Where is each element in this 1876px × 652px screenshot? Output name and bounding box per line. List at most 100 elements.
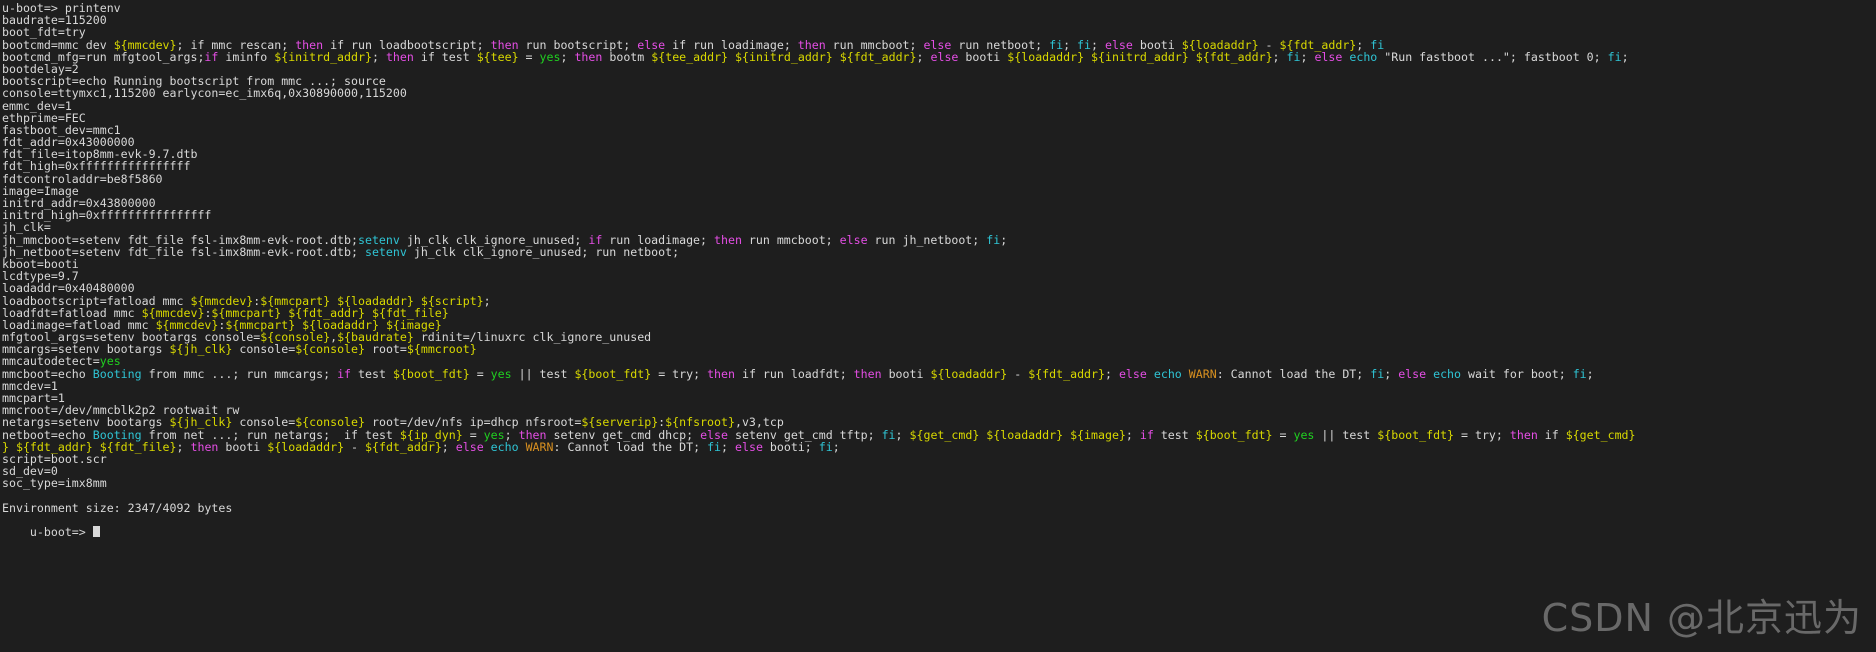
terminal-text-segment: iminfo [218,49,275,64]
terminal-text-segment: ${boot_fdt} [1377,427,1455,442]
terminal-text-segment: echo [1433,366,1462,381]
terminal-text-segment: ${fdt_addr} [1195,49,1273,64]
terminal-text-segment: WARN [1188,366,1217,381]
terminal-text-segment: ; [1384,366,1399,381]
terminal-text-segment: fi [818,439,833,454]
terminal-text-segment: ${get_cmd} [1565,427,1636,442]
terminal-text-segment: fi [1572,366,1587,381]
terminal-text-segment: echo [490,439,519,454]
terminal-text-segment: booti [218,439,268,454]
terminal-line: mmcdev=1 [2,380,1876,392]
terminal-text-segment: ${fdt_addr} [839,49,917,64]
terminal-line: mmcboot=echo Booting from mmc ...; run m… [2,368,1876,380]
terminal-text-segment: ${mmcroot} [406,342,477,357]
terminal-prompt-line[interactable]: u-boot=> [2,514,1876,538]
terminal-text-segment: root= [365,342,407,357]
terminal-text-segment: ; [1621,49,1629,64]
terminal-text-segment: else [1398,366,1427,381]
terminal-line: script=boot.scr [2,453,1876,465]
terminal-text-segment: setenv [364,244,407,259]
terminal-text-segment: else [930,49,959,64]
terminal-text-segment: booti [881,366,931,381]
terminal-text-segment: ${fdt_addr} [365,439,442,454]
terminal-output: u-boot=> printenv baudrate=115200 boot_fdt… [2,2,1876,514]
terminal-text-segment: Booting [92,366,142,381]
terminal-text-segment: ${jh_clk} [169,342,233,357]
terminal-text-segment: ${get_cmd} [909,427,980,442]
terminal-text-segment: = try; [1454,427,1510,442]
terminal-text-segment: booti [958,49,1008,64]
terminal-text-segment: ${initrd_addr} [1091,49,1189,64]
terminal-line: lcdtype=9.7 [2,270,1876,282]
terminal-text-segment: test [1153,427,1196,442]
terminal-line: fdt_addr=0x43000000 [2,136,1876,148]
terminal-text-segment: ${loadaddr} [986,427,1064,442]
terminal-text-segment: soc_type=imx8mm [2,476,107,491]
terminal-text-segment: = [469,366,491,381]
terminal-text-segment: ; [1300,49,1315,64]
terminal-text-segment: ${tee_addr} [651,49,729,64]
terminal-text-segment: then [707,366,735,381]
terminal-text-segment: Environment size: 2347/4092 bytes [2,500,233,515]
terminal-text-segment: then [190,439,219,454]
terminal-text-segment: console= [232,342,296,357]
text-cursor [92,526,100,538]
terminal-line: initrd_addr=0x43800000 [2,197,1876,209]
terminal-text-segment: = [1272,427,1294,442]
terminal-line: kboot=booti [2,258,1876,270]
terminal-text-segment: ; [1125,427,1140,442]
terminal-line: fdt_file=itop8mm-evk-9.7.dtb [2,148,1876,160]
terminal-line: baudrate=115200 [2,14,1876,26]
terminal-text-segment: else [839,232,868,247]
terminal-text-segment: yes [1293,427,1315,442]
terminal-window[interactable]: u-boot=> printenv baudrate=115200 boot_fdt… [0,0,1876,652]
terminal-line: fdt_high=0xffffffffffffffff [2,160,1876,172]
terminal-text-segment: ${fdt_addr} [1028,366,1105,381]
terminal-line: image=Image [2,185,1876,197]
terminal-text-segment: ${image} [1070,427,1126,442]
terminal-text-segment: fi [1370,366,1385,381]
terminal-text-segment: ; [916,49,931,64]
terminal-text-segment: if [204,49,219,64]
terminal-line: bootcmd_mfg=run mfgtool_args;if iminfo $… [2,51,1876,63]
csdn-watermark: CSDN @北京迅为 [1541,596,1862,640]
terminal-text-segment: fi [986,232,1001,247]
terminal-text-segment: ; [371,49,386,64]
terminal-text-segment: echo [1349,49,1378,64]
terminal-text-segment: "Run fastboot ..."; fastboot 0; [1377,49,1608,64]
terminal-text-segment: ${initrd_addr} [274,49,372,64]
terminal-text-segment: fi [881,427,896,442]
terminal-line: fastboot_dev=mmc1 [2,124,1876,136]
terminal-text-segment: run mmcboot; [741,232,840,247]
terminal-text-segment: if run loadfdt; [735,366,854,381]
terminal-text-segment: else [455,439,484,454]
terminal-line: mmcargs=setenv bootargs ${jh_clk} consol… [2,343,1876,355]
terminal-text-segment: ; [832,439,840,454]
terminal-text-segment: yes [539,49,561,64]
terminal-text-segment: || test [1314,427,1378,442]
terminal-text-segment: ${loadaddr} [267,439,345,454]
terminal-text-segment: wait for boot; [1461,366,1573,381]
terminal-text-segment: if test [413,49,477,64]
terminal-text-segment: ${initrd_addr} [735,49,833,64]
terminal-text-segment: echo [1153,366,1182,381]
terminal-text-segment: || test [511,366,575,381]
terminal-text-segment: = try; [651,366,708,381]
terminal-text-segment: WARN [525,439,554,454]
terminal-text-segment: else [1118,366,1147,381]
terminal-text-segment: from mmc ...; run mmcargs; [141,366,338,381]
terminal-text-segment: then [714,232,742,247]
terminal-text-segment: booti; [762,439,819,454]
terminal-text-segment: ; [1000,232,1008,247]
terminal-text-segment: ; [441,439,456,454]
terminal-text-segment: ${console} [295,342,365,357]
terminal-text-segment: run jh_netboot; [867,232,987,247]
